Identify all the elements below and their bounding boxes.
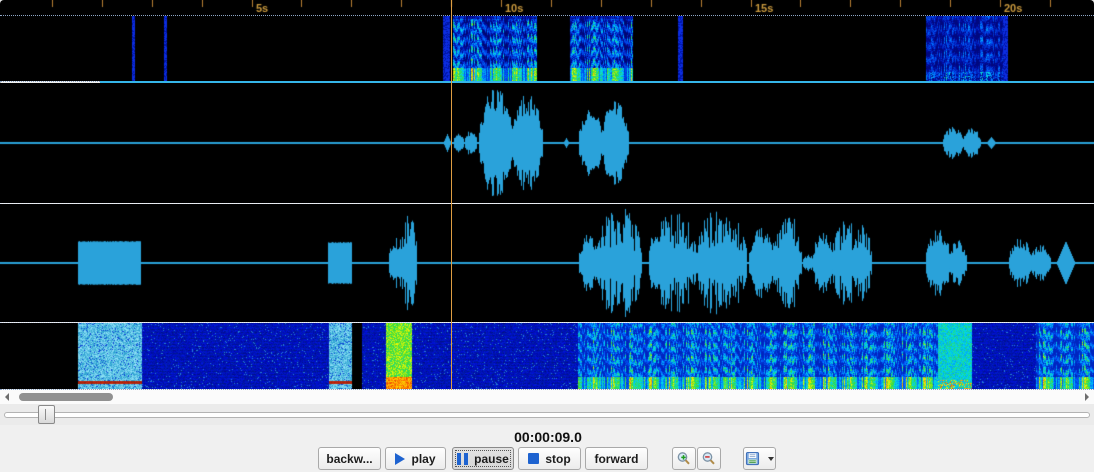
magnifier-minus-icon bbox=[702, 451, 715, 464]
pause-button-label: pause bbox=[474, 451, 509, 466]
forward-button-label: forward bbox=[594, 451, 639, 466]
channel2-waveform-canvas[interactable] bbox=[0, 204, 1094, 322]
scrollbar-thumb[interactable] bbox=[19, 393, 113, 401]
playhead-cursor[interactable] bbox=[451, 0, 452, 390]
spectrogram2-top-border bbox=[0, 322, 1094, 323]
backward-button[interactable]: backw... bbox=[318, 447, 381, 470]
stop-button[interactable]: stop bbox=[518, 447, 581, 470]
spectrogram-baseline bbox=[100, 81, 1094, 83]
horizontal-scrollbar[interactable] bbox=[0, 390, 1094, 404]
track-separator-line bbox=[0, 203, 1094, 204]
zoom-in-button[interactable] bbox=[672, 447, 696, 470]
playback-control-bar: 00:00:09.0 backw... play pause stop forw… bbox=[0, 425, 1094, 472]
zoom-slider-thumb[interactable] bbox=[38, 405, 55, 424]
scroll-left-arrow-icon[interactable] bbox=[5, 393, 9, 401]
backward-button-label: backw... bbox=[326, 451, 373, 466]
time-display: 00:00:09.0 bbox=[514, 429, 582, 445]
pause-icon bbox=[457, 452, 469, 465]
spectrogram-edge-dots bbox=[0, 81, 100, 82]
play-button-label: play bbox=[411, 451, 436, 466]
ruler-separator-line bbox=[0, 15, 1094, 16]
channel1-spectrogram-canvas[interactable] bbox=[0, 16, 1094, 81]
scroll-right-arrow-icon[interactable] bbox=[1085, 393, 1089, 401]
zoom-out-button[interactable] bbox=[697, 447, 721, 470]
magnifier-plus-icon bbox=[677, 451, 690, 464]
play-icon bbox=[395, 452, 406, 465]
channel2-spectrogram-canvas[interactable] bbox=[0, 323, 1094, 389]
save-floppy-icon bbox=[745, 451, 760, 466]
forward-button[interactable]: forward bbox=[585, 447, 648, 470]
save-dropdown-button[interactable] bbox=[743, 447, 776, 470]
channel1-waveform-canvas[interactable] bbox=[0, 83, 1094, 203]
zoom-slider-track[interactable] bbox=[4, 412, 1090, 418]
audio-analysis-window: 00:00:09.0 backw... play pause stop forw… bbox=[0, 0, 1094, 472]
stop-icon bbox=[528, 453, 540, 464]
stop-button-label: stop bbox=[545, 451, 571, 466]
dropdown-arrow-icon bbox=[768, 456, 774, 461]
time-ruler[interactable] bbox=[0, 0, 1094, 16]
play-button[interactable]: play bbox=[385, 447, 446, 470]
pause-button[interactable]: pause bbox=[452, 447, 514, 470]
zoom-slider-row bbox=[0, 404, 1094, 425]
